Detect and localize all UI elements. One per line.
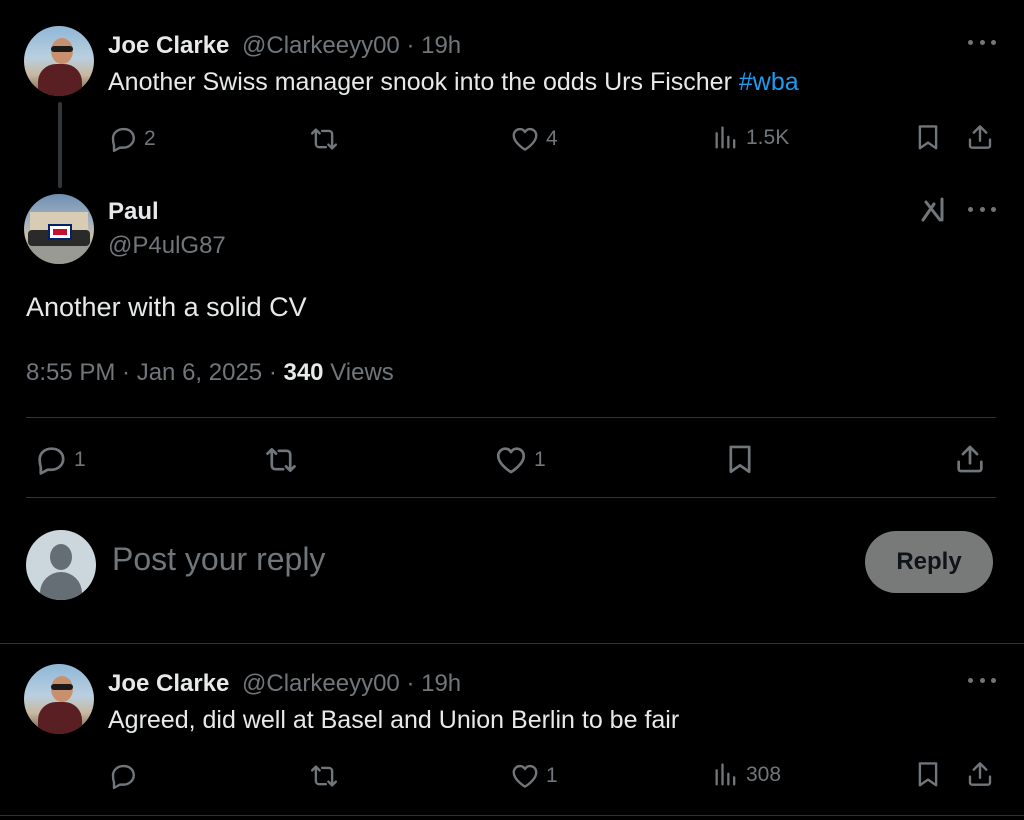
like-icon [510,124,540,154]
avatar [26,530,96,600]
avatar[interactable] [24,26,94,96]
view-count: 340 [283,359,324,386]
views-icon [712,124,740,152]
author-name[interactable]: Joe Clarke [108,670,229,698]
repost-action[interactable] [308,124,340,154]
like-action[interactable]: 4 [510,124,558,154]
thread-connector [58,102,62,188]
repost-icon [308,761,340,791]
view-count: 308 [746,763,782,786]
share-icon [965,122,995,152]
divider [0,643,1024,644]
bookmark-action[interactable] [723,442,757,476]
post-text: Agreed, did well at Basel and Union Berl… [108,706,680,734]
reply-input[interactable]: Post your reply [112,541,325,578]
share-action[interactable] [965,122,995,152]
bookmark-action[interactable] [913,122,943,152]
like-count: 1 [546,764,558,787]
divider [0,815,1024,816]
reply-action[interactable] [108,761,138,791]
share-action[interactable] [953,442,987,476]
bookmark-icon [913,122,943,152]
post-time[interactable]: · 19h [406,670,461,697]
share-icon [965,759,995,789]
like-count: 1 [534,448,546,471]
avatar[interactable] [24,664,94,734]
post-text: Another with a solid CV [26,292,307,322]
reply-count: 2 [144,127,156,150]
hashtag-link[interactable]: #wba [739,68,799,96]
views-label: Views [323,359,394,386]
author-name[interactable]: Joe Clarke [108,32,229,60]
like-action[interactable]: 1 [510,761,558,791]
like-action[interactable]: 1 [494,443,546,477]
reply-icon [108,761,138,791]
views-action[interactable]: 308 [712,761,781,789]
more-icon[interactable] [968,40,996,48]
repost-action[interactable] [262,443,300,477]
like-count: 4 [546,127,558,150]
author-handle-time[interactable]: @Clarkeeyy00 · 19h [242,32,461,60]
reply-button[interactable]: Reply [865,531,993,593]
post-time[interactable]: · 19h [406,32,461,59]
share-action[interactable] [965,759,995,789]
bookmark-icon [913,759,943,789]
views-icon [712,761,740,789]
like-icon [510,761,540,791]
more-icon[interactable] [968,207,996,215]
post-text: Another Swiss manager snook into the odd… [108,68,799,96]
post-date[interactable]: 8:55 PM · Jan 6, 2025 · [26,359,283,386]
reply-action[interactable]: 2 [108,124,156,154]
avatar[interactable] [24,194,94,264]
like-icon [494,443,528,477]
views-action[interactable]: 1.5K [712,124,789,152]
repost-icon [262,443,300,477]
share-icon [953,442,987,476]
bookmark-icon [723,442,757,476]
more-icon[interactable] [968,678,996,686]
reply-icon [108,124,138,154]
author-handle[interactable]: @Clarkeeyy00 [242,32,400,59]
view-count: 1.5K [746,126,790,149]
author-name[interactable]: Paul [108,198,159,226]
post-timestamp: 8:55 PM · Jan 6, 2025 · 340 Views [26,359,394,387]
repost-action[interactable] [308,761,340,791]
author-handle-time[interactable]: @Clarkeeyy00 · 19h [242,670,461,698]
divider [26,417,996,418]
reply-count: 1 [74,448,86,471]
divider [26,497,996,498]
reply-icon [34,443,68,477]
author-handle[interactable]: @Clarkeeyy00 [242,670,400,697]
author-handle[interactable]: @P4ulG87 [108,232,226,260]
repost-icon [308,124,340,154]
grok-icon[interactable] [920,196,948,224]
bookmark-action[interactable] [913,759,943,789]
reply-action[interactable]: 1 [34,443,86,477]
